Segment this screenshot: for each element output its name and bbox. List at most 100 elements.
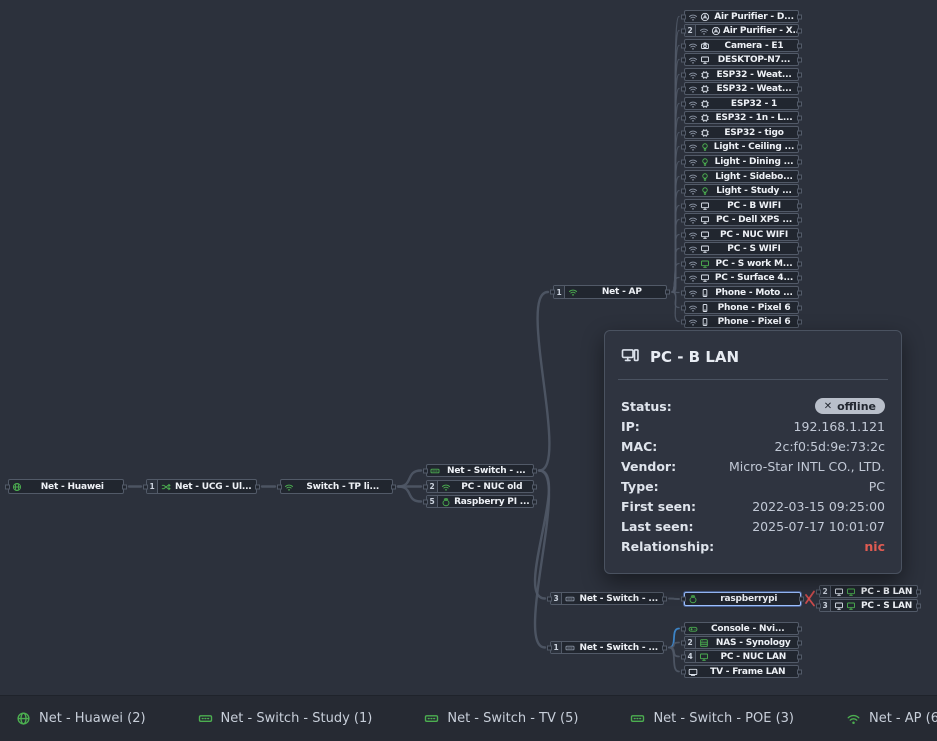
ethernet-icon (424, 711, 439, 726)
node-label: Light - Dining ... (710, 157, 798, 167)
tab-net-switch-tv-5[interactable]: Net - Switch - TV (5) (410, 696, 592, 741)
node-net-ucg[interactable]: 1Net - UCG - Ul... (146, 479, 257, 494)
right-port (662, 596, 667, 601)
node-ap-18[interactable]: PC - Surface 4... (684, 271, 799, 284)
left-port (681, 305, 686, 310)
wifi-icon (688, 12, 698, 22)
popup-row: Last seen:2025-07-17 10:01:07 (621, 516, 885, 536)
node-switch-tp[interactable]: Switch - TP li... (280, 479, 393, 494)
node-ap-11[interactable]: Light - Sidebo... (684, 170, 799, 183)
raspberry-icon (688, 594, 698, 604)
node-net-huawei[interactable]: Net - Huawei (8, 479, 124, 494)
node-label: ESP32 - tigo (710, 128, 798, 138)
node-label: ESP32 - 1n - L... (710, 113, 798, 123)
node-ap-7[interactable]: ESP32 - 1n - L... (684, 111, 799, 124)
right-port (532, 499, 537, 504)
right-port (797, 275, 802, 280)
wifi-icon (688, 288, 698, 298)
node-net-ap[interactable]: 1Net - AP (553, 285, 667, 299)
node-pc-s-lan[interactable]: 3PC - S LAN (819, 599, 918, 612)
monitor-icon (700, 259, 710, 269)
node-ap-0[interactable]: Air Purifier - D... (684, 10, 799, 23)
node-raspberry-pi-old[interactable]: 5Raspberry PI ... (426, 495, 534, 508)
right-port (797, 57, 802, 62)
popup-row-value: nic (864, 539, 885, 554)
right-port (797, 669, 802, 674)
node-ap-16[interactable]: PC - S WIFI (684, 242, 799, 255)
node-net-switch-main[interactable]: Net - Switch - ... (426, 464, 534, 477)
popup-row: Vendor:Micro-Star INTL CO., LTD. (621, 456, 885, 476)
right-port (797, 290, 802, 295)
node-ap-19[interactable]: Phone - Moto ... (684, 286, 799, 299)
monitor-icon (700, 215, 710, 225)
node-ap-14[interactable]: PC - Dell XPS ... (684, 213, 799, 226)
console-icon (688, 624, 698, 634)
node-ap-8[interactable]: ESP32 - tigo (684, 126, 799, 139)
monitor-icon (700, 230, 710, 240)
ethernet-icon (198, 711, 213, 726)
node-ap-21[interactable]: Phone - Pixel 6 (684, 315, 799, 328)
node-ap-10[interactable]: Light - Dining ... (684, 155, 799, 168)
node-ap-20[interactable]: Phone - Pixel 6 (684, 301, 799, 314)
node-net-switch-a[interactable]: 3Net - Switch - ... (550, 592, 664, 605)
wifi-icon (688, 230, 698, 240)
bottom-tab-bar: Net - Huawei (2) Net - Switch - Study (1)… (0, 695, 937, 741)
node-ap-12[interactable]: Light - Study ... (684, 184, 799, 197)
left-port (5, 484, 10, 489)
left-port (547, 645, 552, 650)
node-net-switch-b[interactable]: 1Net - Switch - ... (550, 641, 664, 654)
node-ap-13[interactable]: PC - B WIFI (684, 199, 799, 212)
node-ap-2[interactable]: Camera - E1 (684, 39, 799, 52)
popup-header: PC - B LAN (605, 331, 901, 379)
topology-canvas: Net - Huawei 1Net - UCG - Ul... Switch - T… (0, 0, 937, 741)
right-port (665, 290, 670, 295)
bulb-icon (700, 186, 710, 196)
node-pc-nuc-old[interactable]: 2PC - NUC old (426, 480, 534, 493)
monitor-icon (700, 273, 710, 283)
node-ap-1[interactable]: 2Air Purifier - X... (684, 24, 799, 37)
popup-row: Status:✕offline (621, 396, 885, 416)
right-port (797, 86, 802, 91)
node-ap-4[interactable]: ESP32 - Weat... (684, 68, 799, 81)
node-badge: 2 (685, 25, 696, 36)
node-ap-15[interactable]: PC - NUC WIFI (684, 228, 799, 241)
node-ap-9[interactable]: Light - Ceiling ... (684, 140, 799, 153)
left-port (681, 246, 686, 251)
node-pc-nuc-lan[interactable]: 4PC - NUC LAN (684, 650, 799, 663)
node-ap-5[interactable]: ESP32 - Weat... (684, 82, 799, 95)
right-port (797, 130, 802, 135)
tab-label: Net - Switch - TV (5) (447, 711, 578, 726)
right-port (797, 232, 802, 237)
tab-net-switch-poe-3[interactable]: Net - Switch - POE (3) (616, 696, 808, 741)
tab-net-ap-63[interactable]: Net - AP (63) (832, 696, 937, 741)
right-port (797, 14, 802, 19)
right-port (797, 72, 802, 77)
node-nas-synology[interactable]: 2NAS - Synology (684, 636, 799, 649)
node-tv-frame-lan[interactable]: TV - Frame LAN (684, 665, 799, 678)
left-port (681, 597, 686, 602)
wifi-icon (568, 287, 578, 297)
left-port (681, 14, 686, 19)
node-label: ESP32 - Weat... (710, 84, 798, 94)
node-ap-17[interactable]: PC - S work M... (684, 257, 799, 270)
node-label: Console - Nvi... (698, 624, 799, 634)
node-label: PC - B WIFI (710, 201, 798, 211)
nas-icon (699, 638, 709, 648)
tab-net-switch-study-1[interactable]: Net - Switch - Study (1) (184, 696, 387, 741)
wifi-icon (846, 711, 861, 726)
popup-row-value: Micro-Star INTL CO., LTD. (729, 459, 885, 474)
right-port (797, 101, 802, 106)
node-label: PC - S work M... (710, 259, 798, 269)
popup-row: Relationship:nic (621, 536, 885, 556)
node-pc-b-lan[interactable]: 2PC - B LAN (819, 585, 918, 598)
node-ap-3[interactable]: DESKTOP-N7... (684, 53, 799, 66)
node-badge: 3 (551, 593, 562, 604)
right-port (662, 645, 667, 650)
node-badge: 1 (551, 642, 562, 653)
node-raspberrypi[interactable]: raspberrypi (684, 592, 801, 606)
popup-row-label: IP: (621, 419, 640, 434)
wifi-icon (688, 244, 698, 254)
node-console-nvidia[interactable]: Console - Nvi... (684, 622, 799, 635)
node-ap-6[interactable]: ESP32 - 1 (684, 97, 799, 110)
tab-net-huawei-2[interactable]: Net - Huawei (2) (2, 696, 160, 741)
